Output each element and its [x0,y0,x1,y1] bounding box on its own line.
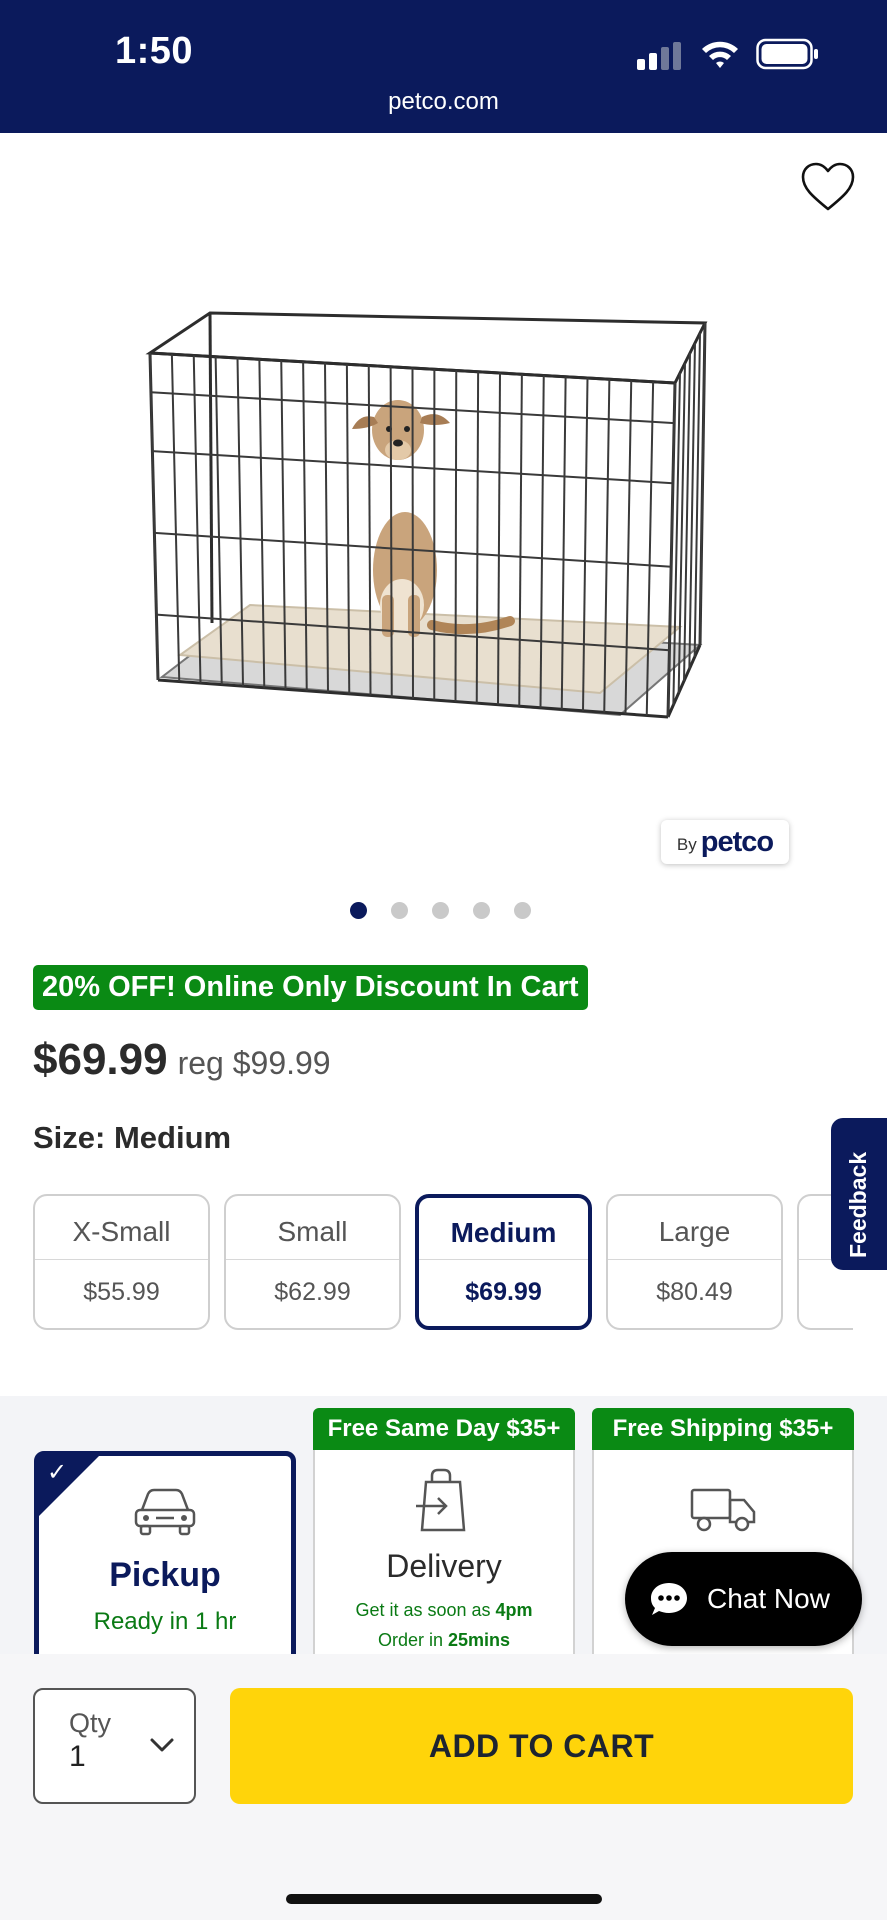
truck-icon [690,1488,756,1532]
size-option-price: $62.99 [274,1278,351,1306]
feedback-label: Feedback [845,1151,871,1258]
chat-now-label: Chat Now [707,1583,830,1614]
delivery-countdown: 25mins [447,1630,511,1650]
carousel-dot-1[interactable] [350,902,367,919]
by-petco-badge: By petco [661,820,789,864]
size-option-large[interactable]: Large $80.49 [606,1194,783,1330]
status-time: 1:50 [115,30,194,72]
by-label: By [676,835,697,854]
delivery-line1: Get it as soon as 4pm [315,1600,573,1621]
delivery-line2-prefix: Order in [377,1630,448,1650]
free-shipping-banner: Free Shipping $35+ [592,1408,854,1450]
status-bar: 1:50 petco.com [0,0,887,133]
delivery-title: Delivery [386,1548,502,1584]
dog-illustration [352,400,515,637]
size-option-name: X-Small [35,1196,208,1260]
cellular-signal-icon [637,42,681,70]
size-option-price: $9 [799,1260,853,1328]
add-to-cart-button[interactable]: ADD TO CART [230,1688,853,1804]
feedback-tab[interactable]: Feedback [831,1118,887,1270]
image-carousel-dots [350,902,531,919]
size-option-small[interactable]: Small $62.99 [224,1194,401,1330]
delivery-time: 4pm [495,1600,533,1620]
purchase-bar: Qty 1 ADD TO CART [0,1654,887,1920]
favorite-heart-icon[interactable] [800,160,856,216]
chevron-down-icon [150,1738,174,1752]
pickup-subtitle: Ready in 1 hr [93,1608,237,1635]
same-day-banner: Free Same Day $35+ [313,1408,575,1450]
size-label: Size: Medium [33,1120,231,1156]
size-option-name: Large [608,1196,781,1260]
qty-value: 1 [69,1740,86,1773]
wifi-icon [702,41,738,68]
regular-price: reg $99.99 [177,1045,331,1081]
size-option-price: $55.99 [83,1278,160,1306]
petco-brand-logo: petco [700,825,774,858]
size-selector: X-Small $55.99 Small $62.99 Medium $69.9… [33,1194,853,1330]
sale-price: $69.99 [33,1035,168,1084]
check-icon: ✓ [47,1459,68,1486]
size-option-medium[interactable]: Medium $69.99 [415,1194,592,1330]
carousel-dot-3[interactable] [432,902,449,919]
browser-url[interactable]: petco.com [0,88,887,116]
carousel-dot-4[interactable] [473,902,490,919]
size-option-name: Small [226,1196,399,1260]
chat-bubble-icon [651,1583,687,1615]
pickup-title: Pickup [109,1556,221,1594]
car-icon [134,1488,196,1536]
size-option-price: $69.99 [465,1278,542,1306]
promo-badge: 20% OFF! Online Only Discount In Cart [33,965,588,1010]
battery-icon [756,38,818,70]
home-indicator [286,1894,602,1904]
carousel-dot-5[interactable] [514,902,531,919]
size-option-x-small[interactable]: X-Small $55.99 [33,1194,210,1330]
selected-size-value: Medium [113,1120,232,1155]
product-image[interactable] [140,305,740,750]
chat-now-button[interactable]: Chat Now [625,1552,862,1646]
size-label-prefix: Size: [33,1120,106,1155]
size-option-price: $80.49 [656,1278,733,1306]
shopping-bag-arrow-icon [416,1468,466,1532]
size-option-name: Medium [419,1198,588,1260]
delivery-line1-prefix: Get it as soon as [355,1600,496,1620]
qty-label: Qty [69,1708,112,1738]
delivery-option[interactable]: Delivery Get it as soon as 4pm Order in … [313,1450,575,1654]
carousel-dot-2[interactable] [391,902,408,919]
delivery-line2: Order in 25mins [315,1630,573,1651]
quantity-select[interactable]: Qty 1 [33,1688,196,1804]
pickup-option[interactable]: ✓ Pickup Ready in 1 hr [34,1451,296,1654]
price-row: $69.99 reg $99.99 [33,1035,331,1085]
